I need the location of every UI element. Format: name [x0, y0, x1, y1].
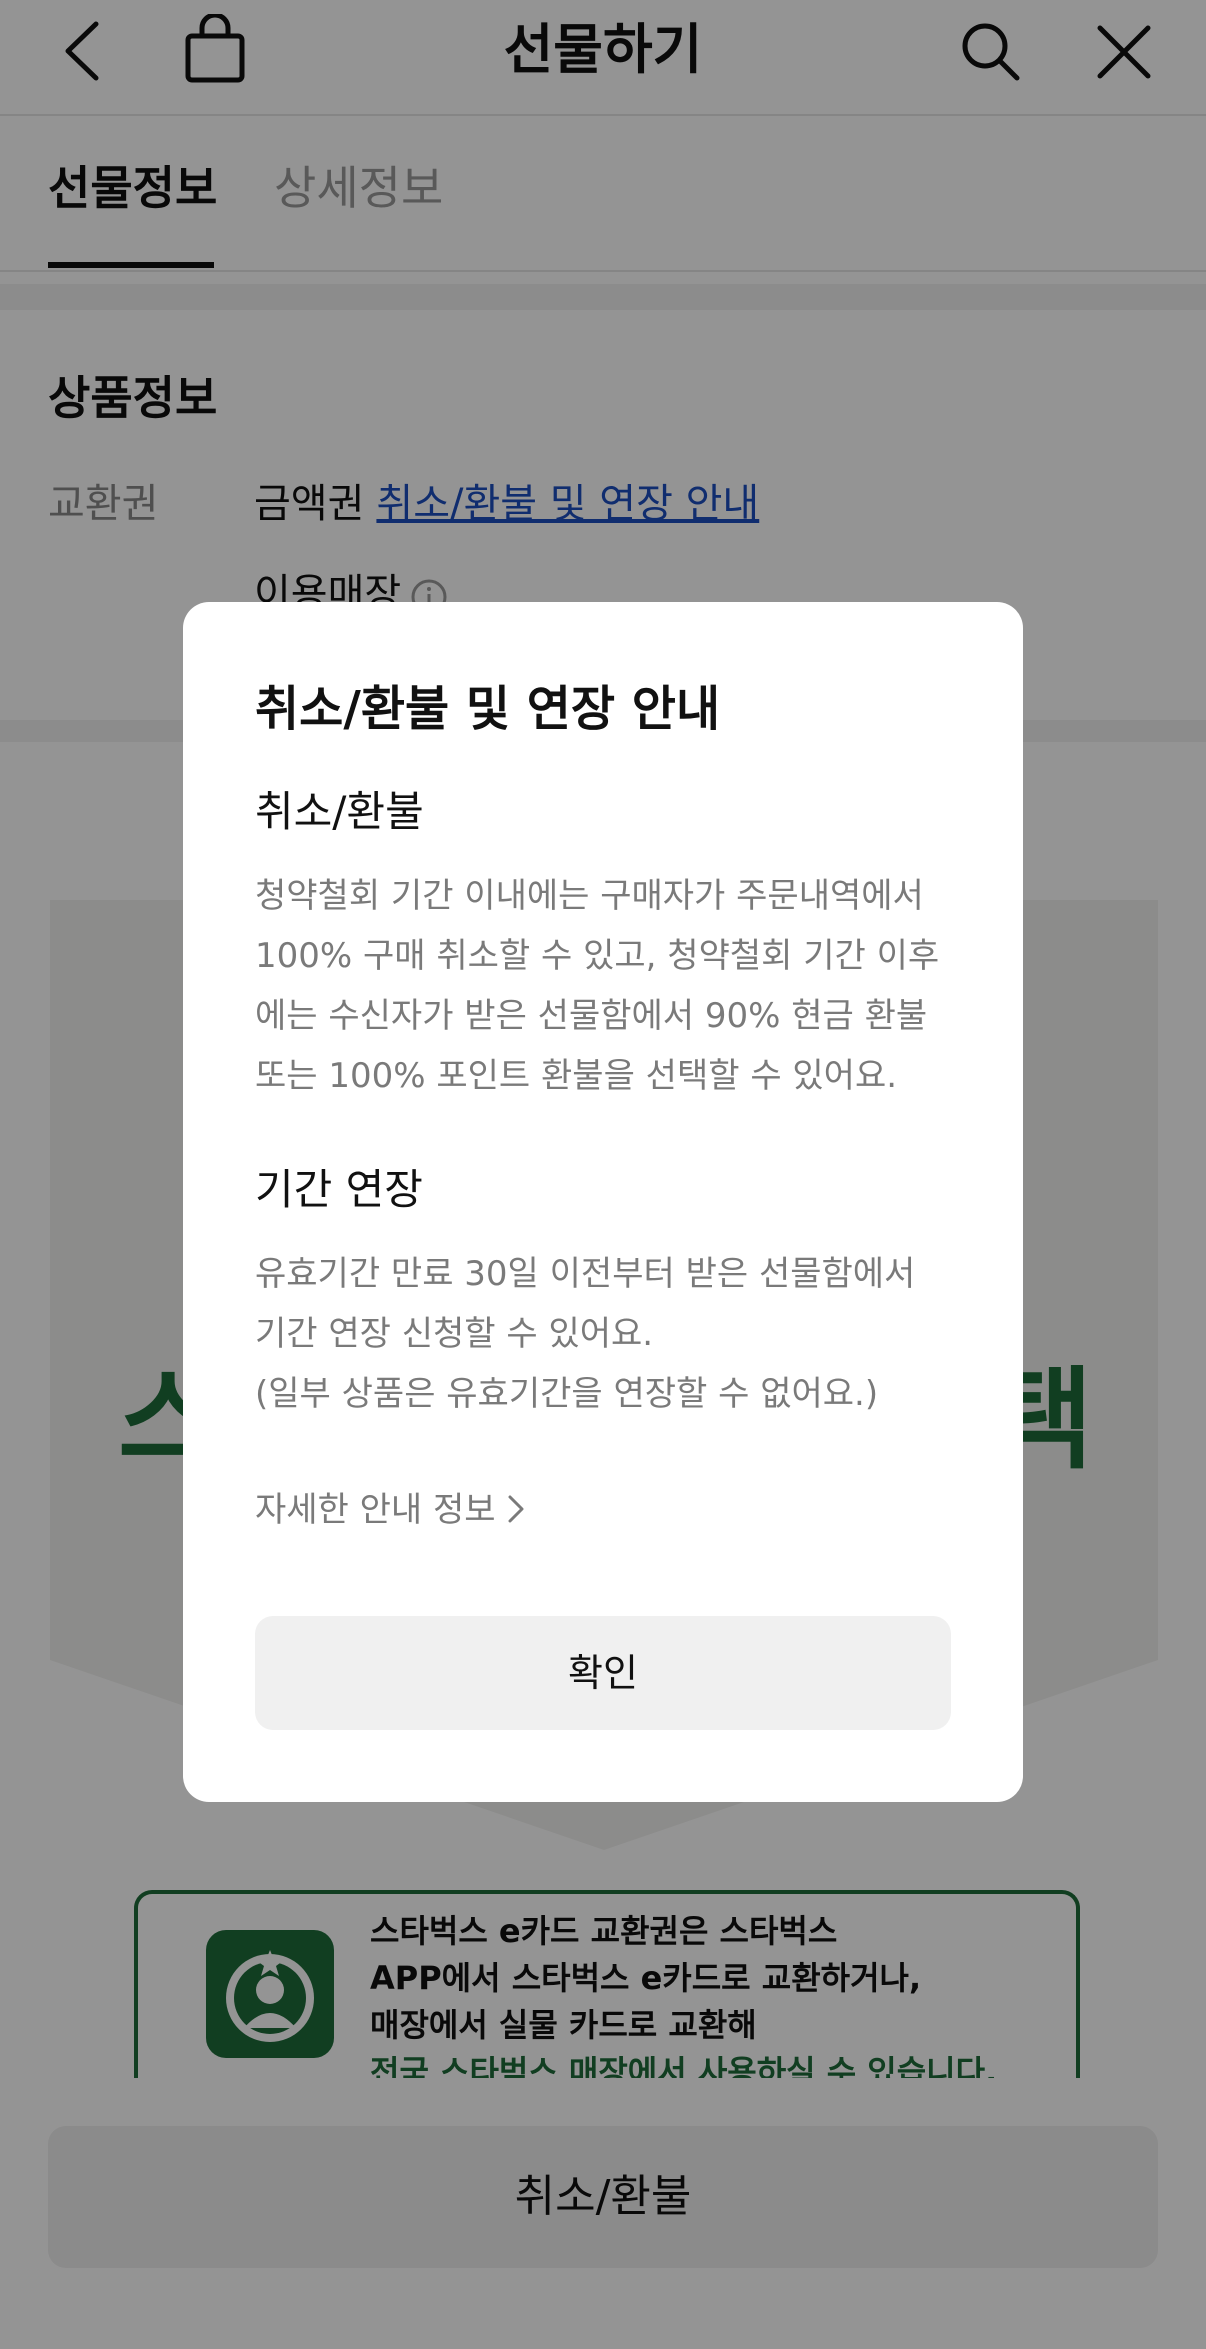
description-line: 100% 구매 취소할 수 있고, 청약철회 기간 이후	[255, 936, 940, 976]
description-line: 유효기간 만료 30일 이전부터 받은 선물함에서	[255, 1254, 916, 1294]
description-line: 에는 수신자가 받은 선물함에서 90% 현금 환불	[255, 996, 928, 1036]
extension-heading: 기간 연장	[255, 1165, 423, 1214]
extension-description: 유효기간 만료 30일 이전부터 받은 선물함에서 기간 연장 신청할 수 있어…	[255, 1244, 975, 1424]
chevron-right-icon	[504, 1486, 528, 1523]
more-info-label: 자세한 안내 정보	[255, 1490, 496, 1530]
description-line: 또는 100% 포인트 환불을 선택할 수 있어요.	[255, 1056, 898, 1096]
description-line: (일부 상품은 유효기간을 연장할 수 없어요.)	[255, 1374, 879, 1414]
cancel-refund-heading: 취소/환불	[255, 787, 424, 836]
description-line: 기간 연장 신청할 수 있어요.	[255, 1314, 654, 1354]
more-info-link[interactable]: 자세한 안내 정보	[255, 1482, 528, 1538]
cancel-refund-description: 청약철회 기간 이내에는 구매자가 주문내역에서 100% 구매 취소할 수 있…	[255, 866, 975, 1106]
description-line: 청약철회 기간 이내에는 구매자가 주문내역에서	[255, 876, 924, 916]
refund-extension-dialog: 취소/환불 및 연장 안내 취소/환불 청약철회 기간 이내에는 구매자가 주문…	[183, 602, 1023, 1802]
confirm-button[interactable]: 확인	[255, 1616, 951, 1730]
dialog-title: 취소/환불 및 연장 안내	[255, 681, 721, 737]
